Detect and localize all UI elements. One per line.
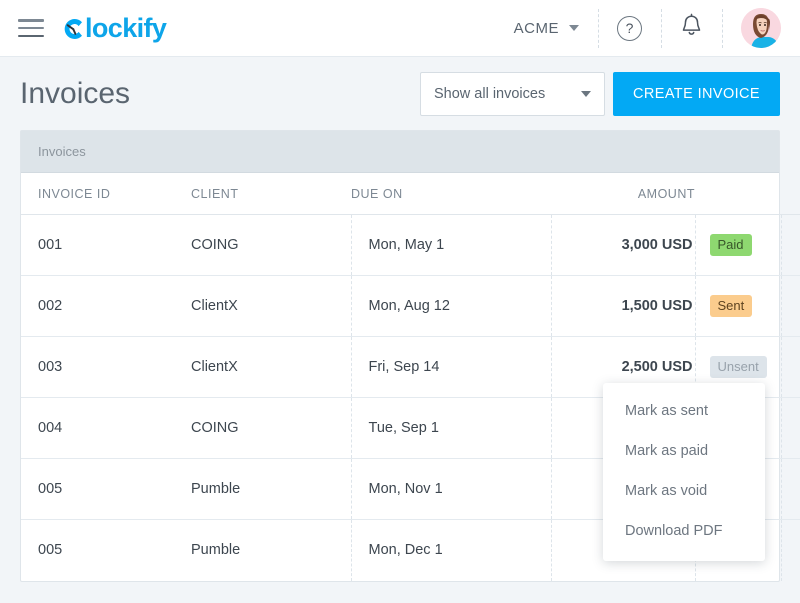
hamburger-menu-icon[interactable]: [18, 19, 44, 37]
cell-due-on: Mon, May 1: [351, 214, 552, 276]
help-question-glyph: ?: [625, 20, 634, 36]
more-options-icon[interactable]: [782, 296, 800, 317]
more-options-icon[interactable]: [782, 418, 800, 439]
card-band: Invoices: [21, 131, 779, 173]
column-header-invoice-id[interactable]: INVOICE ID: [21, 173, 191, 215]
card-band-label: Invoices: [38, 144, 86, 159]
clockify-logo[interactable]: lockify: [62, 12, 167, 43]
cell-client: ClientX: [191, 336, 352, 398]
table-row[interactable]: 001 COING Mon, May 1 3,000 USD Paid: [21, 214, 800, 276]
hamburger-line: [18, 19, 44, 22]
column-header-due-on[interactable]: DUE ON: [351, 173, 551, 215]
cell-actions[interactable]: [780, 397, 800, 459]
cell-due-on: Fri, Sep 14: [351, 336, 552, 398]
hamburger-line: [18, 34, 44, 37]
cell-amount: 3,000 USD: [551, 214, 696, 276]
invoice-filter-select[interactable]: Show all invoices: [420, 71, 605, 116]
status-badge: Unsent: [709, 356, 767, 378]
user-avatar-button[interactable]: [722, 0, 800, 57]
top-navigation-bar: lockify ACME ?: [0, 0, 800, 57]
avatar[interactable]: [741, 8, 781, 48]
context-menu-item-mark-as-void[interactable]: Mark as void: [603, 471, 765, 511]
notifications-button[interactable]: [661, 0, 722, 57]
workspace-selector[interactable]: ACME: [495, 0, 598, 57]
more-options-icon[interactable]: [782, 479, 800, 500]
cell-client: ClientX: [191, 275, 352, 337]
cell-invoice-id: 004: [21, 397, 191, 459]
help-circle-icon[interactable]: ?: [617, 15, 642, 41]
cell-due-on: Mon, Dec 1: [351, 519, 552, 581]
more-options-icon[interactable]: [782, 540, 800, 561]
cell-invoice-id: 005: [38, 542, 63, 559]
status-badge: Paid: [709, 234, 752, 256]
cell-actions[interactable]: [780, 336, 800, 398]
help-button[interactable]: ?: [598, 0, 661, 57]
clockify-clock-icon: [62, 15, 85, 42]
cell-client: Pumble: [191, 519, 352, 581]
cell-due-on: Tue, Sep 1: [351, 397, 552, 459]
cell-due-on: Mon, Nov 1: [351, 458, 552, 520]
cell-due-on: Mon, Aug 12: [351, 275, 552, 337]
table-header: INVOICE ID CLIENT DUE ON AMOUNT: [21, 173, 800, 215]
cell-status: Sent: [695, 275, 781, 337]
cell-invoice-id: 003: [21, 336, 191, 398]
create-invoice-button[interactable]: CREATE INVOICE: [613, 71, 780, 116]
cell-actions[interactable]: [780, 275, 800, 337]
cell-actions[interactable]: [780, 519, 800, 581]
topbar-right-group: ACME ?: [495, 0, 800, 57]
status-badge: Sent: [709, 295, 753, 317]
cell-client: COING: [191, 397, 352, 459]
context-menu-item-mark-as-paid[interactable]: Mark as paid: [603, 431, 765, 471]
cell-invoice-id: 005: [21, 458, 191, 520]
clockify-logo-text: lockify: [85, 12, 167, 43]
page-title: Invoices: [20, 76, 131, 110]
column-header-amount[interactable]: AMOUNT: [551, 173, 695, 215]
page-header: Invoices Show all invoices CREATE INVOIC…: [0, 57, 800, 130]
workspace-name: ACME: [513, 19, 559, 37]
cell-invoice-id: 001: [21, 214, 191, 276]
chevron-down-icon: [569, 25, 579, 31]
more-options-icon[interactable]: [782, 357, 800, 378]
cell-amount: 1,500 USD: [551, 275, 696, 337]
cell-status: Paid: [695, 214, 781, 276]
notification-bell-icon[interactable]: [680, 13, 703, 43]
table-row[interactable]: 002 ClientX Mon, Aug 12 1,500 USD Sent: [21, 275, 800, 337]
column-header-status: [695, 173, 781, 215]
context-menu-item-mark-as-sent[interactable]: Mark as sent: [603, 391, 765, 431]
cell-actions[interactable]: [780, 458, 800, 520]
context-menu-item-download-pdf[interactable]: Download PDF: [603, 511, 765, 551]
table-header-row: INVOICE ID CLIENT DUE ON AMOUNT: [21, 173, 800, 215]
page-header-controls: Show all invoices CREATE INVOICE: [420, 71, 780, 116]
cell-actions[interactable]: [780, 214, 800, 276]
column-header-actions: [781, 173, 800, 215]
cell-client: Pumble: [191, 458, 352, 520]
more-options-icon[interactable]: [782, 235, 800, 256]
hamburger-line: [18, 26, 44, 30]
invoices-card: Invoices INVOICE ID CLIENT DUE ON AMOUNT…: [20, 130, 800, 582]
row-actions-context-menu[interactable]: Mark as sent Mark as paid Mark as void Down…: [603, 383, 765, 561]
invoice-filter-value: Show all invoices: [434, 85, 546, 102]
column-header-client[interactable]: CLIENT: [191, 173, 351, 215]
cell-client: COING: [191, 214, 352, 276]
chevron-down-icon: [581, 90, 591, 97]
cell-invoice-id: 002: [21, 275, 191, 337]
